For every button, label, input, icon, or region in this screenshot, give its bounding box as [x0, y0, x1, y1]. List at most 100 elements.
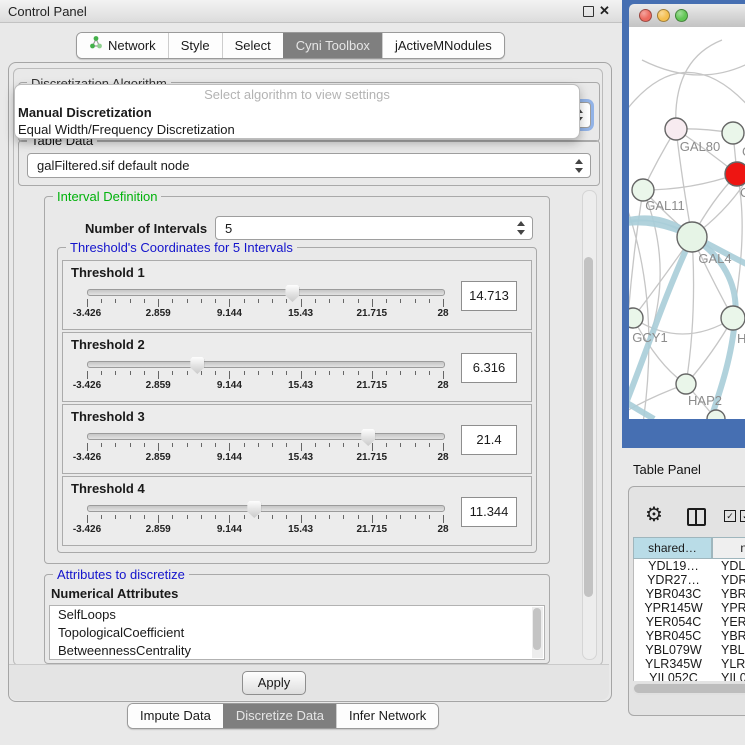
columns-icon[interactable]: [687, 508, 706, 526]
tab-discretize-data[interactable]: Discretize Data: [223, 704, 336, 728]
algorithm-dropdown-popup: Select algorithm to view settings Manual…: [14, 84, 580, 139]
tick-mark: [343, 515, 344, 519]
tick-mark: [443, 371, 444, 379]
table-data-combobox[interactable]: galFiltered.sif default node: [27, 153, 591, 178]
tick-label: 21.715: [357, 524, 388, 535]
scrollbar-thumb[interactable]: [533, 608, 541, 650]
tick-mark: [87, 371, 88, 379]
network-canvas[interactable]: GAL80GALCGAL11GAL4GCY1HHAP2: [629, 27, 745, 419]
tick-mark: [429, 371, 430, 375]
algorithm-option[interactable]: Manual Discretization: [15, 104, 579, 121]
attribute-list-item[interactable]: BetweennessCentrality: [50, 642, 544, 660]
table-row[interactable]: YBR043CYBR0: [634, 587, 745, 601]
network-node[interactable]: [677, 222, 707, 252]
tick-mark: [301, 371, 302, 379]
network-node-label: GAL4: [698, 251, 731, 266]
threshold-value-field[interactable]: 14.713: [461, 281, 517, 311]
thresholds-group: Threshold's Coordinates for 5 Intervals …: [57, 247, 537, 553]
tick-mark: [144, 443, 145, 447]
table-row[interactable]: YDL19…YDL1: [634, 559, 745, 573]
tick-mark: [372, 371, 373, 379]
slider-track[interactable]: [87, 289, 445, 296]
apply-strip: Apply: [9, 664, 609, 700]
network-node[interactable]: [629, 308, 643, 328]
gear-icon[interactable]: ⚙: [645, 505, 663, 525]
attributes-group: Attributes to discretize Numerical Attri…: [44, 574, 550, 664]
tick-mark: [158, 515, 159, 523]
close-icon[interactable]: ✕: [599, 3, 610, 19]
tick-mark: [286, 299, 287, 303]
control-panel: Control Panel ✕ Network StyleSelectCyni T…: [0, 0, 622, 745]
table-cell: YER054C: [634, 615, 713, 629]
attributes-scrollbar[interactable]: [532, 607, 543, 658]
checkbox-icon[interactable]: ✓: [724, 510, 736, 522]
attribute-list-item[interactable]: TopologicalCoefficient: [50, 624, 544, 642]
mac-minimize-button[interactable]: [657, 9, 670, 22]
checkbox-icon[interactable]: ✓: [740, 510, 745, 522]
threshold-value-field[interactable]: 11.344: [461, 497, 517, 527]
network-node[interactable]: [665, 118, 687, 140]
scrollbar-thumb[interactable]: [584, 257, 593, 597]
tick-mark: [130, 443, 131, 447]
attribute-list-item[interactable]: SelfLoops: [50, 606, 544, 624]
tick-mark: [386, 371, 387, 375]
tab-cyni-toolbox[interactable]: Cyni Toolbox: [283, 33, 382, 58]
number-of-intervals-combobox[interactable]: 5: [215, 216, 533, 240]
slider-track[interactable]: [87, 505, 445, 512]
slider-track[interactable]: [87, 361, 445, 368]
table-row[interactable]: YDR27…YDR2: [634, 573, 745, 587]
network-window-titlebar[interactable]: [629, 4, 745, 28]
tick-mark: [187, 515, 188, 519]
network-node[interactable]: [725, 162, 745, 186]
control-panel-title: Control Panel: [8, 4, 87, 19]
tick-mark: [286, 515, 287, 519]
table-cell: YBR0: [713, 587, 745, 601]
float-window-icon[interactable]: [583, 6, 594, 17]
apply-button[interactable]: Apply: [242, 671, 306, 695]
tick-mark: [258, 371, 259, 375]
tab-infer-network[interactable]: Infer Network: [336, 704, 438, 728]
control-panel-tabbar: Network StyleSelectCyni ToolboxjActiveMNo…: [76, 32, 505, 59]
panel-vertical-scrollbar[interactable]: [582, 190, 597, 660]
table-row[interactable]: YBR045CYBR0: [634, 629, 745, 643]
network-edge: [629, 72, 745, 120]
network-node-label: H: [737, 331, 745, 346]
table-row[interactable]: YIL052CYIL0: [634, 671, 745, 681]
scrollbar-thumb[interactable]: [634, 684, 745, 693]
slider-track[interactable]: [87, 433, 445, 440]
tab-impute-data[interactable]: Impute Data: [128, 704, 223, 728]
table-header-cell[interactable]: shared…: [633, 537, 712, 559]
threshold-label: Threshold 2: [71, 337, 145, 352]
tick-mark: [329, 299, 330, 303]
tab-label: Network: [108, 34, 156, 58]
threshold-value-field[interactable]: 6.316: [461, 353, 517, 383]
tick-mark: [244, 299, 245, 303]
mac-zoom-button[interactable]: [675, 9, 688, 22]
tab-jactivemnodules[interactable]: jActiveMNodules: [382, 33, 504, 58]
network-node[interactable]: [722, 122, 744, 144]
network-node[interactable]: [676, 374, 696, 394]
tab-select[interactable]: Select: [222, 33, 283, 58]
tick-mark: [415, 371, 416, 375]
interval-definition-group: Interval Definition Number of Intervals …: [44, 196, 550, 564]
network-node[interactable]: [721, 306, 745, 330]
tick-mark: [400, 443, 401, 447]
tick-mark: [130, 299, 131, 303]
table-row[interactable]: YBL079WYBL0: [634, 643, 745, 657]
table-row[interactable]: YPR145WYPR1: [634, 601, 745, 615]
tick-mark: [429, 515, 430, 519]
tick-mark: [229, 371, 230, 379]
mac-close-button[interactable]: [639, 9, 652, 22]
tab-network[interactable]: Network: [77, 33, 168, 58]
table-header-cell[interactable]: na: [712, 537, 745, 559]
table-row[interactable]: YER054CYER0: [634, 615, 745, 629]
tick-mark: [158, 299, 159, 307]
algorithm-option[interactable]: Equal Width/Frequency Discretization: [15, 121, 579, 138]
tick-mark: [372, 299, 373, 307]
table-row[interactable]: YLR345WYLR3: [634, 657, 745, 671]
table-horizontal-scrollbar[interactable]: [633, 683, 745, 695]
tab-style[interactable]: Style: [168, 33, 222, 58]
threshold-value-field[interactable]: 21.4: [461, 425, 517, 455]
interval-definition-title: Interval Definition: [53, 189, 161, 204]
tick-mark: [172, 299, 173, 303]
